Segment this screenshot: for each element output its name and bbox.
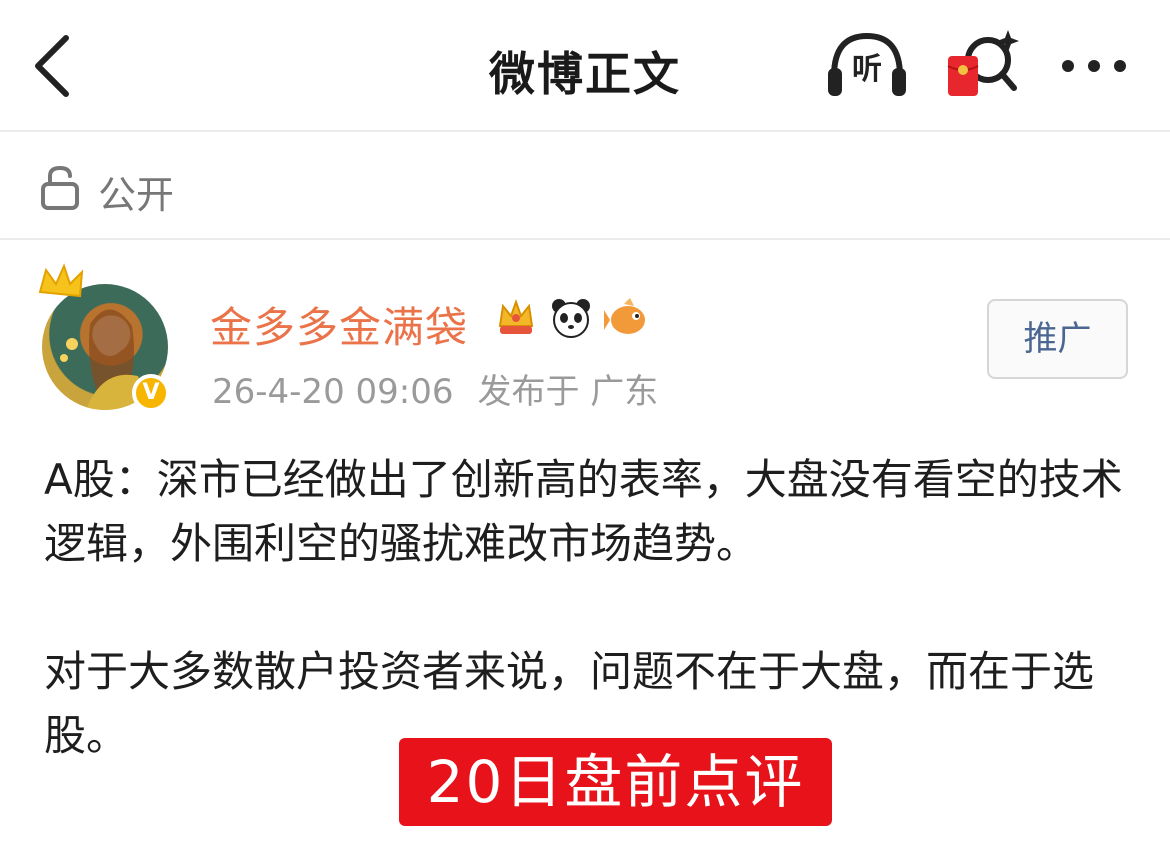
post-time: 26-4-20 09:06 bbox=[212, 372, 454, 412]
listen-button[interactable]: 听 bbox=[824, 30, 910, 100]
promote-button[interactable]: 推广 bbox=[987, 299, 1128, 379]
more-icon bbox=[1062, 60, 1126, 72]
post-location: 发布于 广东 bbox=[477, 372, 659, 412]
top-nav-bar: 微博正文 听 bbox=[0, 0, 1170, 132]
author-avatar[interactable]: V bbox=[36, 262, 176, 412]
more-options-button[interactable] bbox=[1056, 48, 1132, 84]
visibility-label: 公开 bbox=[98, 173, 175, 217]
user-badges bbox=[494, 296, 654, 344]
crown-badge-icon[interactable] bbox=[494, 296, 538, 340]
panda-badge-icon[interactable] bbox=[549, 296, 593, 340]
author-name[interactable]: 金多多金满袋 bbox=[210, 294, 468, 355]
red-packet-search-button[interactable] bbox=[944, 26, 1024, 102]
fish-badge-icon[interactable] bbox=[604, 296, 648, 340]
red-packet-icon bbox=[947, 30, 1019, 96]
post-detail-page: 微博正文 听 公开 V 金多多金满袋 26-4-20 09:06 发布于 广东 … bbox=[0, 0, 1170, 842]
visibility-row: 公开 bbox=[0, 134, 1170, 240]
post-paragraph-1: A股：深市已经做出了创新高的表率，大盘没有看空的技术逻辑，外围利空的骚扰难改市场… bbox=[44, 455, 1123, 568]
unlock-icon bbox=[40, 164, 80, 210]
crown-icon bbox=[36, 262, 88, 306]
post-meta: 26-4-20 09:06 发布于 广东 bbox=[212, 364, 682, 413]
listen-label: 听 bbox=[852, 52, 882, 87]
verified-badge: V bbox=[132, 374, 170, 412]
overlay-label: 20日盘前点评 bbox=[399, 738, 832, 826]
